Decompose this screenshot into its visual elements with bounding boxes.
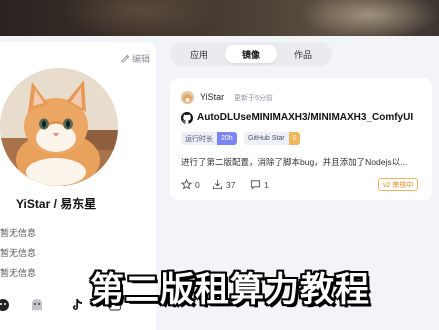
image-title[interactable]: AutoDLUseMINIMAXH3/MINIMAXH3_ComfyUI bbox=[197, 112, 413, 123]
badge-value: 0 bbox=[288, 132, 301, 145]
download-icon bbox=[212, 179, 223, 190]
comment-icon bbox=[250, 180, 261, 190]
badge-key: GitHub Star bbox=[244, 132, 289, 145]
pencil-icon bbox=[121, 54, 130, 63]
avatar[interactable] bbox=[0, 68, 118, 186]
badge-value: 20h bbox=[217, 132, 237, 145]
username: YiStar / 易东星 bbox=[16, 197, 97, 211]
tiktok-icon[interactable] bbox=[68, 296, 86, 314]
wechat-icon[interactable] bbox=[0, 296, 12, 314]
tab-apps[interactable]: 应用 bbox=[173, 45, 225, 63]
comment-count: 1 bbox=[264, 179, 269, 190]
edit-profile-link[interactable]: 编辑 bbox=[121, 52, 150, 65]
profile-banner bbox=[0, 0, 439, 36]
info-line: 暂无信息 bbox=[0, 248, 37, 258]
content-tabs: 应用 镜像 作品 bbox=[170, 42, 332, 66]
author-name[interactable]: YiStar bbox=[200, 92, 224, 102]
image-description: 进行了第二版配置，消除了脚本bug，并且添加了Nodejs以... bbox=[181, 157, 408, 167]
runtime-badge: 运行时长 20h bbox=[181, 132, 237, 145]
ghost-icon[interactable] bbox=[28, 296, 46, 314]
like-button[interactable]: 0 bbox=[181, 179, 200, 190]
tab-works[interactable]: 作品 bbox=[277, 45, 329, 63]
like-count: 0 bbox=[195, 179, 200, 190]
tab-images[interactable]: 镜像 bbox=[225, 45, 277, 63]
info-line: 暂无信息 bbox=[0, 268, 37, 278]
video-subtitle: 第二版租算力教程 bbox=[90, 271, 370, 309]
star-icon bbox=[181, 179, 192, 190]
download-count: 37 bbox=[226, 179, 236, 190]
github-icon bbox=[181, 112, 193, 124]
download-button[interactable]: 37 bbox=[212, 179, 235, 190]
cat-photo-icon bbox=[0, 68, 118, 186]
updated-time: 更新于5分前 bbox=[234, 95, 273, 102]
author-avatar bbox=[181, 91, 194, 104]
github-star-badge: GitHub Star 0 bbox=[244, 132, 301, 145]
comment-button[interactable]: 1 bbox=[250, 179, 269, 190]
badge-key: 运行时长 bbox=[181, 132, 217, 145]
version-status-badge: v2 审核中 bbox=[378, 178, 419, 191]
image-card[interactable]: YiStar 更新于5分前 AutoDLUseMINIMAXH3/MINIMAX… bbox=[170, 78, 432, 200]
edit-label: 编辑 bbox=[132, 54, 151, 64]
info-line: 暂无信息 bbox=[0, 228, 37, 238]
